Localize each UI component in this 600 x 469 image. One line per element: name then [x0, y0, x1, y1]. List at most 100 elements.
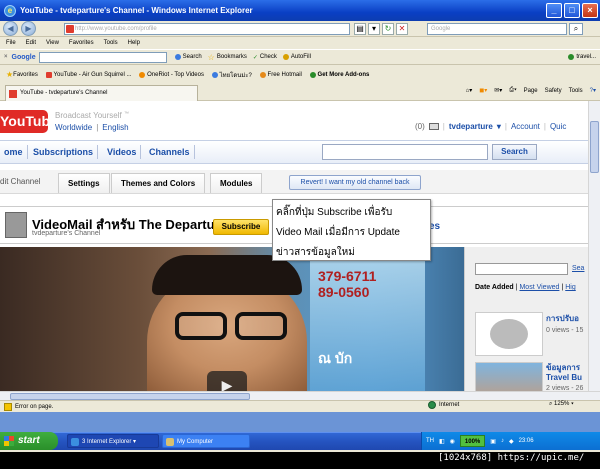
nav-channels[interactable]: Channels: [145, 145, 195, 159]
favorites-item-hotmail[interactable]: Free Hotmail: [259, 71, 302, 78]
favorites-label: Favorites: [13, 71, 38, 78]
favorites-button[interactable]: ★ Favorites: [6, 70, 38, 79]
chevron-down-icon[interactable]: ▾: [497, 122, 501, 131]
maximize-button[interactable]: □: [564, 3, 580, 18]
network-icon[interactable]: ▣: [490, 438, 496, 445]
sidebar-search-link[interactable]: Sea: [572, 265, 584, 272]
volume-icon[interactable]: ♪: [501, 438, 504, 444]
youtube-search-button[interactable]: Search: [492, 144, 537, 160]
language-indicator[interactable]: TH: [426, 438, 434, 444]
channel-subtitle[interactable]: tvdeparture's Channel: [32, 230, 100, 237]
feeds-icon[interactable]: ◼▾: [479, 87, 487, 94]
video-thumbnail[interactable]: [475, 312, 543, 356]
search-box[interactable]: Google: [427, 23, 567, 35]
taskbar-item-computer[interactable]: My Computer: [162, 434, 250, 448]
close-toolbar-icon[interactable]: ×: [4, 54, 8, 60]
quicklist-link[interactable]: Quic: [550, 122, 566, 131]
stop-icon[interactable]: ✕: [396, 23, 408, 35]
subscribe-button[interactable]: Subscribe: [213, 219, 269, 235]
nav-subscriptions[interactable]: Subscriptions: [29, 145, 99, 159]
back-button[interactable]: ◀: [3, 21, 18, 36]
tray-icon[interactable]: ◉: [450, 438, 455, 445]
video-camera-icon: [490, 319, 528, 349]
favorites-item-thai[interactable]: ไทยโดนม่ะ?: [211, 70, 252, 80]
start-button[interactable]: start: [0, 432, 58, 450]
zoom-indicator[interactable]: 100%: [459, 435, 486, 447]
favorites-item-addons[interactable]: Get More Add-ons: [309, 71, 369, 78]
forward-button[interactable]: ▶: [21, 21, 36, 36]
sort-date-added[interactable]: Date Added: [475, 284, 514, 291]
menu-help[interactable]: Help: [128, 40, 140, 46]
google-autofill-button[interactable]: AutoFill: [282, 54, 311, 60]
menu-view[interactable]: View: [46, 40, 59, 46]
internet-explorer-icon: e: [4, 4, 16, 17]
google-bookmarks-button[interactable]: ☆ Bookmarks: [208, 53, 247, 62]
sidebar-search-input[interactable]: [475, 263, 568, 275]
favorites-item-oneriot[interactable]: OneRiot - Top Videos: [139, 71, 204, 78]
status-text[interactable]: Error on page.: [15, 404, 53, 410]
username-link[interactable]: tvdeparture: [449, 122, 493, 131]
taskbar-item-ie[interactable]: 3 Internet Explorer ▾: [67, 434, 159, 448]
youtube-logo[interactable]: YouTube: [0, 110, 58, 133]
revert-button[interactable]: Revert! I want my old channel back: [289, 175, 421, 190]
mail-icon[interactable]: [428, 123, 439, 130]
google-search-button[interactable]: Search: [174, 54, 202, 60]
search-go-icon[interactable]: ⌕: [569, 23, 583, 35]
command-tools[interactable]: Tools: [569, 88, 583, 94]
side-video-title[interactable]: การปรับอ: [546, 314, 586, 324]
horizontal-scrollbar[interactable]: [0, 391, 600, 400]
tab-themes-colors[interactable]: Themes and Colors: [111, 173, 206, 193]
address-input[interactable]: http://www.youtube.com/profile: [64, 23, 350, 35]
tab-youtube[interactable]: YouTube - tvdeparture's Channel: [5, 85, 198, 101]
oneriot-icon: [139, 71, 146, 78]
logo-you: You: [0, 113, 26, 129]
zoom-level[interactable]: ⌕ 125% ▾: [549, 401, 574, 408]
tray-icon[interactable]: ◆: [509, 438, 514, 445]
scroll-thumb[interactable]: [590, 121, 599, 173]
sort-highest[interactable]: Hig: [565, 284, 576, 291]
tray-icon[interactable]: ◧: [439, 438, 445, 445]
locale-separator: |: [96, 123, 99, 132]
google-check-button[interactable]: ✓ Check: [253, 54, 277, 61]
menu-favorites[interactable]: Favorites: [69, 40, 94, 46]
worldwide-link[interactable]: Worldwide: [55, 123, 92, 132]
logo-tube: Tube: [25, 113, 58, 129]
google-search-input[interactable]: [38, 51, 167, 63]
command-safety[interactable]: Safety: [545, 88, 562, 94]
menu-tools[interactable]: Tools: [104, 40, 118, 46]
windows-logo-icon: [4, 436, 14, 446]
mail-icon[interactable]: ✉▾: [494, 87, 502, 94]
menu-file[interactable]: File: [6, 40, 16, 46]
star-icon: ★: [6, 70, 14, 79]
minimize-button[interactable]: _: [546, 3, 562, 18]
sort-most-viewed[interactable]: Most Viewed: [519, 284, 559, 291]
vertical-scrollbar[interactable]: [588, 101, 600, 391]
sort-separator: |: [561, 284, 564, 291]
youtube-search-input[interactable]: [322, 144, 488, 160]
window-title: YouTube - tvdeparture's Channel - Window…: [20, 6, 253, 15]
trademark: ™: [123, 111, 129, 117]
tab-modules[interactable]: Modules: [210, 173, 263, 193]
help-icon[interactable]: ?▾: [590, 87, 596, 94]
refresh-icon[interactable]: ↻: [382, 23, 394, 35]
sort-separator: |: [515, 284, 518, 291]
command-page[interactable]: Page: [524, 88, 538, 94]
print-icon[interactable]: ⎙▾: [509, 87, 516, 94]
home-icon[interactable]: ⌂▾: [466, 87, 473, 94]
compat-icon[interactable]: ▤: [354, 23, 366, 35]
dropdown-icon[interactable]: ▾: [368, 23, 380, 35]
warning-icon[interactable]: [4, 402, 12, 411]
account-link[interactable]: Account: [511, 122, 540, 131]
google-travel-button[interactable]: travel...: [568, 54, 596, 60]
nav-videos[interactable]: Videos: [103, 145, 142, 159]
tooltip-line: ข่าวสารข้อมูลใหม่: [276, 247, 355, 258]
scroll-thumb[interactable]: [10, 393, 250, 400]
close-button[interactable]: ×: [582, 3, 598, 18]
nav-home[interactable]: ome: [0, 145, 28, 159]
youtube-favicon: [66, 25, 74, 33]
language-link[interactable]: English: [102, 123, 128, 132]
side-video-title[interactable]: ข้อมูลการ Travel Bu: [546, 363, 586, 383]
menu-edit[interactable]: Edit: [26, 40, 36, 46]
tab-settings[interactable]: Settings: [58, 173, 110, 193]
favorites-item-youtube[interactable]: YouTube - Air Gun Squirrel ...: [45, 71, 131, 78]
